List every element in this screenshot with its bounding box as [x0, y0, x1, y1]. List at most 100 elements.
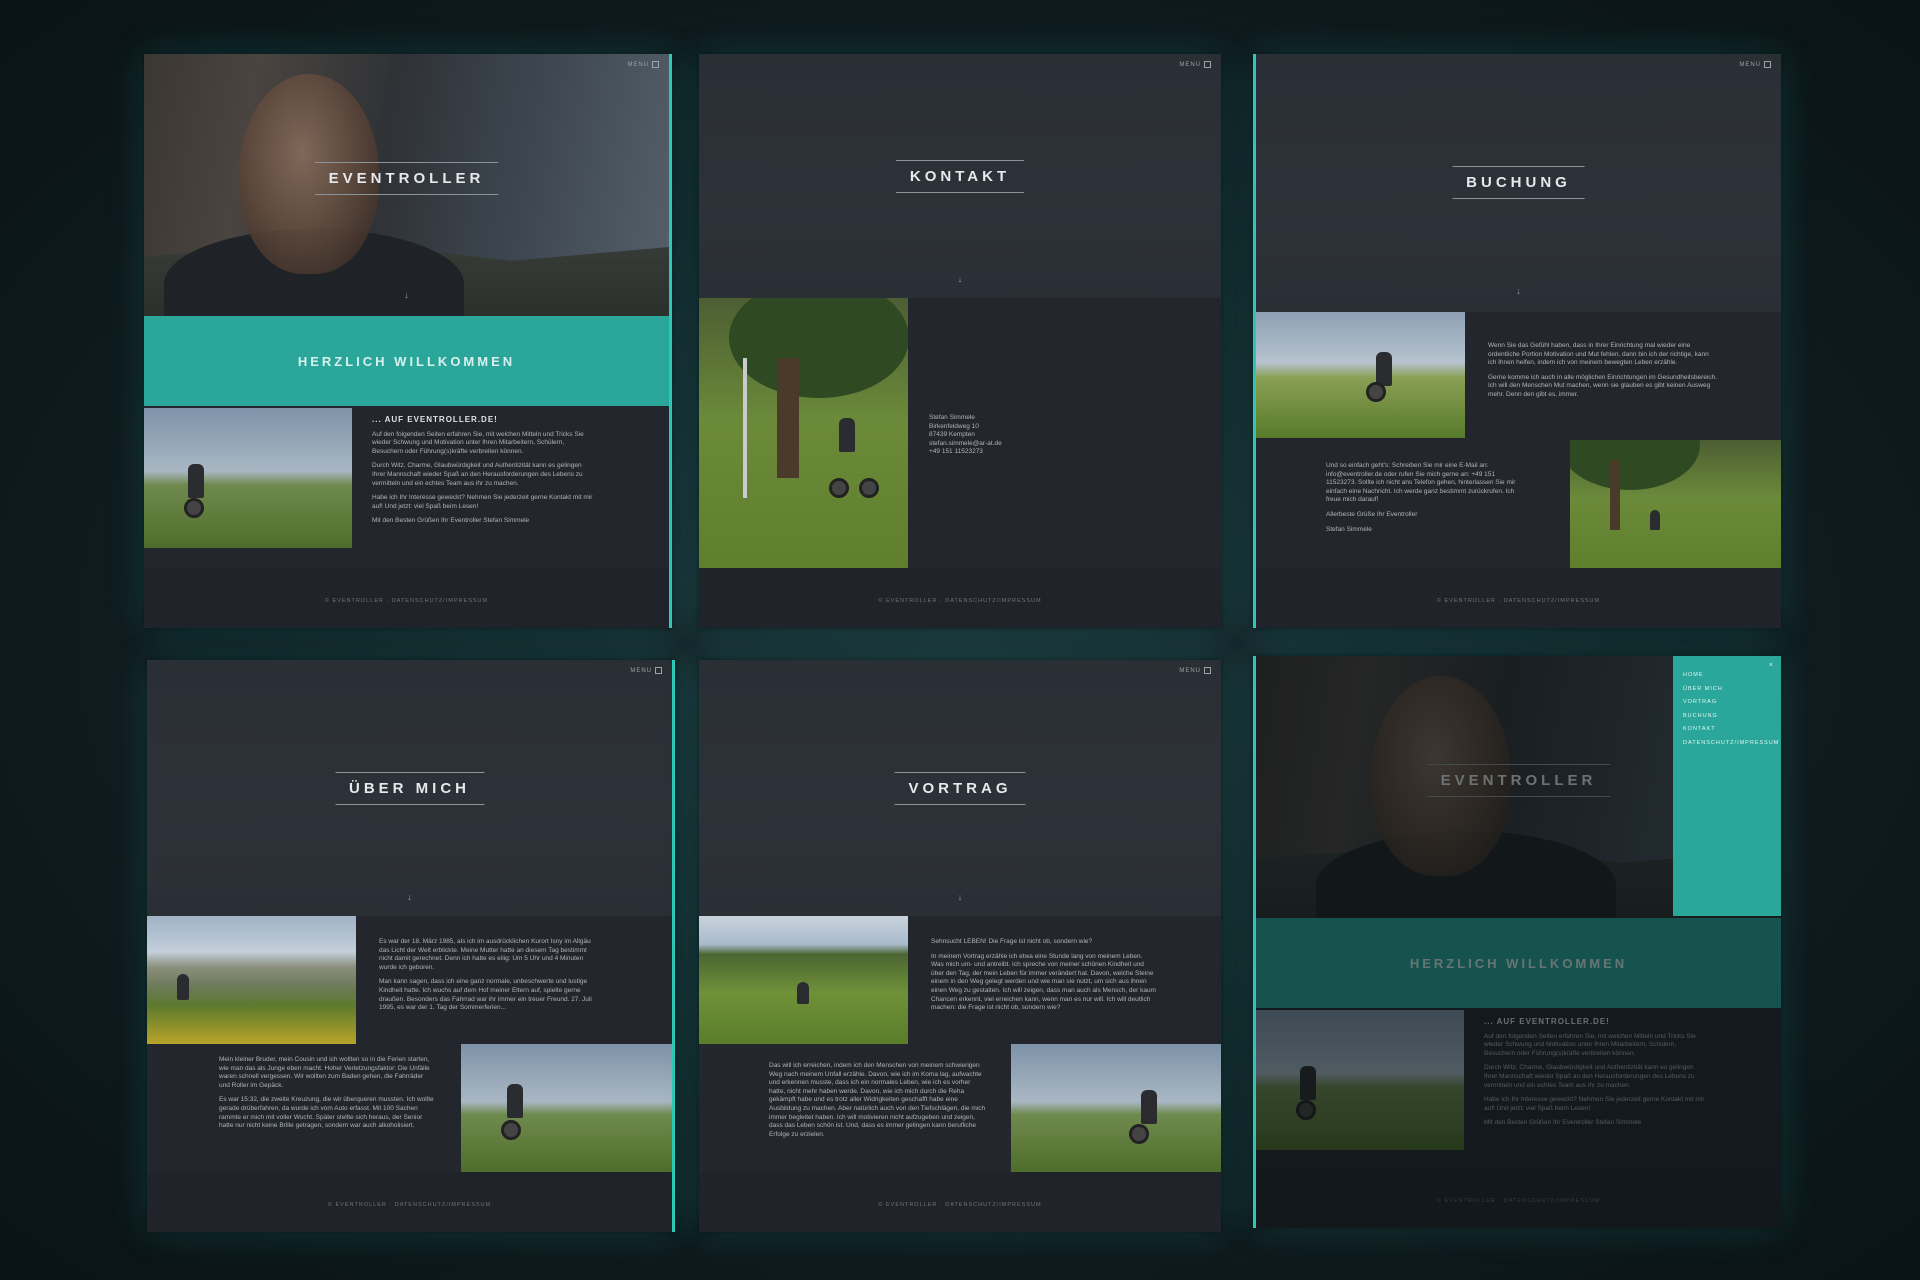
vortrag-paragraph: In meinem Vortrag erzähle ich etwa eine …: [931, 952, 1156, 1012]
buchung-paragraph: Wenn Sie das Gefühl haben, dass in Ihrer…: [1488, 342, 1709, 367]
hamburger-icon: [1204, 667, 1211, 674]
footer-links[interactable]: © EVENTROLLER · DATENSCHUTZ/IMPRESSUM: [147, 1202, 672, 1208]
scroll-down-arrow-icon[interactable]: ↓: [404, 290, 409, 300]
page-title: KONTAKT: [895, 160, 1025, 193]
wheel-icon: [1366, 382, 1386, 402]
address-city: 87439 Kempten: [929, 431, 975, 439]
vortrag-text-1: Sehnsucht LEBEN! Die Frage ist nicht ob,…: [931, 938, 1156, 1019]
tree-trunk: [1610, 460, 1620, 530]
screenshot-ueber-mich: MENU ÜBER MICH ↓ Es war der 18. März 198…: [147, 660, 675, 1232]
kontakt-section: Stefan Simmele Birkenfeldweg 10 87439 Ke…: [699, 298, 1221, 568]
person-figure: [188, 464, 204, 498]
buchung-text-2: Und so einfach geht's: Schreiben Sie mir…: [1326, 462, 1526, 540]
hamburger-icon: [1204, 61, 1211, 68]
tree: [729, 298, 908, 398]
wheel-icon: [1129, 1124, 1149, 1144]
buchung-text-1: Wenn Sie das Gefühl haben, dass in Ihrer…: [1488, 342, 1718, 406]
address-name: Stefan Simmele: [929, 414, 975, 421]
vortrag-photo-1: [699, 916, 908, 1044]
nav-item-vortrag[interactable]: VORTRAG: [1683, 699, 1781, 705]
wheel-icon: [829, 478, 849, 498]
footer: © EVENTROLLER · DATENSCHUTZ/IMPRESSUM: [144, 568, 669, 628]
intro-paragraph: Auf den folgenden Seiten erfahren Sie, m…: [372, 430, 584, 455]
buchung-paragraph: Gerne komme ich auch in alle möglichen E…: [1488, 373, 1718, 398]
nav-item-buchung[interactable]: BUCHUNG: [1683, 713, 1781, 719]
footer-links[interactable]: © EVENTROLLER · DATENSCHUTZ/IMPRESSUM: [1256, 598, 1781, 604]
intro-paragraph: Habe ich Ihr Interesse geweckt? Nehmen S…: [372, 494, 593, 510]
screenshot-vortrag: MENU VORTRAG ↓ Sehnsucht LEBEN! Die Frag…: [699, 660, 1221, 1232]
page-title: ÜBER MICH: [335, 772, 484, 805]
signpost: [743, 358, 747, 498]
ueber-paragraph: Man kann sagen, dass ich eine ganz norma…: [379, 978, 592, 1012]
buchung-signature: Stefan Simmele: [1326, 525, 1372, 533]
nav-item-home[interactable]: HOME: [1683, 672, 1781, 678]
vortrag-paragraph: Das will ich erreichen, indem ich den Me…: [769, 1062, 986, 1138]
intro-signature: Mit den Besten Grüßen Ihr Eventroller St…: [372, 517, 530, 525]
ueber-photo-2: [461, 1044, 672, 1172]
buchung-paragraph: Und so einfach geht's: Schreiben Sie mir…: [1326, 462, 1516, 504]
intro-text: ... AUF EVENTROLLER.DE! Auf den folgende…: [372, 415, 594, 532]
screenshot-menu-open: EVENTROLLER HERZLICH WILLKOMMEN ... AUF …: [1253, 656, 1781, 1228]
person-figure: [797, 982, 809, 1004]
welcome-heading: HERZLICH WILLKOMMEN: [297, 354, 516, 369]
buchung-photo-2: [1570, 440, 1781, 568]
screenshot-buchung: MENU BUCHUNG ↓ Wenn Sie das Gefühl haben…: [1253, 54, 1781, 628]
ueber-section: Es war der 18. März 1985, als ich im aus…: [147, 916, 672, 1172]
hamburger-icon: [1764, 61, 1771, 68]
kontakt-photo: [699, 298, 908, 568]
hamburger-icon: [655, 667, 662, 674]
intro-section: ... AUF EVENTROLLER.DE! Auf den folgende…: [144, 406, 669, 568]
person-figure: [507, 1084, 523, 1118]
page-title: BUCHUNG: [1452, 166, 1585, 199]
footer: © EVENTROLLER · DATENSCHUTZ/IMPRESSUM: [147, 1172, 672, 1232]
screenshot-kontakt: MENU KONTAKT ↓ Stefan Simmele Birkenfeld…: [699, 54, 1221, 628]
scroll-down-arrow-icon[interactable]: ↓: [1516, 286, 1521, 296]
vortrag-section: Sehnsucht LEBEN! Die Frage ist nicht ob,…: [699, 916, 1221, 1172]
ueber-photo-1: [147, 916, 356, 1044]
intro-paragraph: Durch Witz, Charme, Glaubwürdigkeit und …: [372, 462, 583, 487]
vortrag-lead: Sehnsucht LEBEN! Die Frage ist nicht ob,…: [931, 938, 1093, 945]
footer-links[interactable]: © EVENTROLLER · DATENSCHUTZ/IMPRESSUM: [144, 598, 669, 604]
nav-item-datenschutz[interactable]: DATENSCHUTZ/IMPRESSUM: [1683, 740, 1781, 746]
scroll-down-arrow-icon[interactable]: ↓: [958, 892, 963, 902]
intro-photo: [144, 408, 352, 548]
menu-button[interactable]: MENU: [1179, 61, 1211, 68]
footer-links[interactable]: © EVENTROLLER · DATENSCHUTZ/IMPRESSUM: [699, 1202, 1221, 1208]
hamburger-icon: [652, 61, 659, 68]
nav-item-kontakt[interactable]: KONTAKT: [1683, 726, 1781, 732]
scroll-down-arrow-icon[interactable]: ↓: [958, 274, 963, 284]
page-title: VORTRAG: [894, 772, 1026, 805]
intro-heading: ... AUF EVENTROLLER.DE!: [372, 415, 498, 424]
footer-links[interactable]: © EVENTROLLER · DATENSCHUTZ/IMPRESSUM: [699, 598, 1221, 604]
menu-button[interactable]: MENU: [1739, 61, 1771, 68]
ueber-paragraph: Es war der 18. März 1985, als ich im aus…: [379, 938, 591, 971]
wheel-icon: [184, 498, 204, 518]
page-title: EVENTROLLER: [314, 162, 499, 195]
ueber-text-2: Mein kleiner Bruder, mein Cousin und ich…: [219, 1056, 434, 1137]
scroll-down-arrow-icon[interactable]: ↓: [407, 892, 412, 902]
address-street: Birkenfeldweg 10: [929, 422, 979, 430]
footer: © EVENTROLLER · DATENSCHUTZ/IMPRESSUM: [1256, 568, 1781, 628]
address-phone[interactable]: +49 151 11523273: [929, 448, 1079, 457]
close-icon[interactable]: ×: [1769, 662, 1773, 669]
address-email[interactable]: stefan.simmele@ar-at.de: [929, 440, 1079, 449]
menu-button[interactable]: MENU: [630, 667, 662, 674]
contact-address: Stefan Simmele Birkenfeldweg 10 87439 Ke…: [929, 414, 1079, 457]
nav-menu-list: HOME ÜBER MICH VORTRAG BUCHUNG KONTAKT D…: [1673, 656, 1781, 746]
buchung-section: Wenn Sie das Gefühl haben, dass in Ihrer…: [1256, 312, 1781, 568]
wheel-icon: [501, 1120, 521, 1140]
welcome-band: HERZLICH WILLKOMMEN: [144, 316, 669, 406]
person-figure: [1376, 352, 1392, 386]
person-figure: [1650, 510, 1660, 530]
person-figure: [177, 974, 189, 1000]
footer: © EVENTROLLER · DATENSCHUTZ/IMPRESSUM: [699, 568, 1221, 628]
menu-button[interactable]: MENU: [627, 61, 659, 68]
nav-item-ueber-mich[interactable]: ÜBER MICH: [1683, 686, 1781, 692]
buchung-greeting: Allerbeste Grüße Ihr Eventroller: [1326, 510, 1418, 518]
ueber-paragraph: Mein kleiner Bruder, mein Cousin und ich…: [219, 1056, 430, 1089]
screenshot-home: MENU EVENTROLLER ↓ HERZLICH WILLKOMMEN .…: [144, 54, 672, 628]
ueber-paragraph: Es war 15:32, die zweite Kreuzung, die w…: [219, 1096, 434, 1130]
buchung-photo-1: [1256, 312, 1465, 438]
vortrag-photo-2: [1011, 1044, 1221, 1172]
menu-button[interactable]: MENU: [1179, 667, 1211, 674]
